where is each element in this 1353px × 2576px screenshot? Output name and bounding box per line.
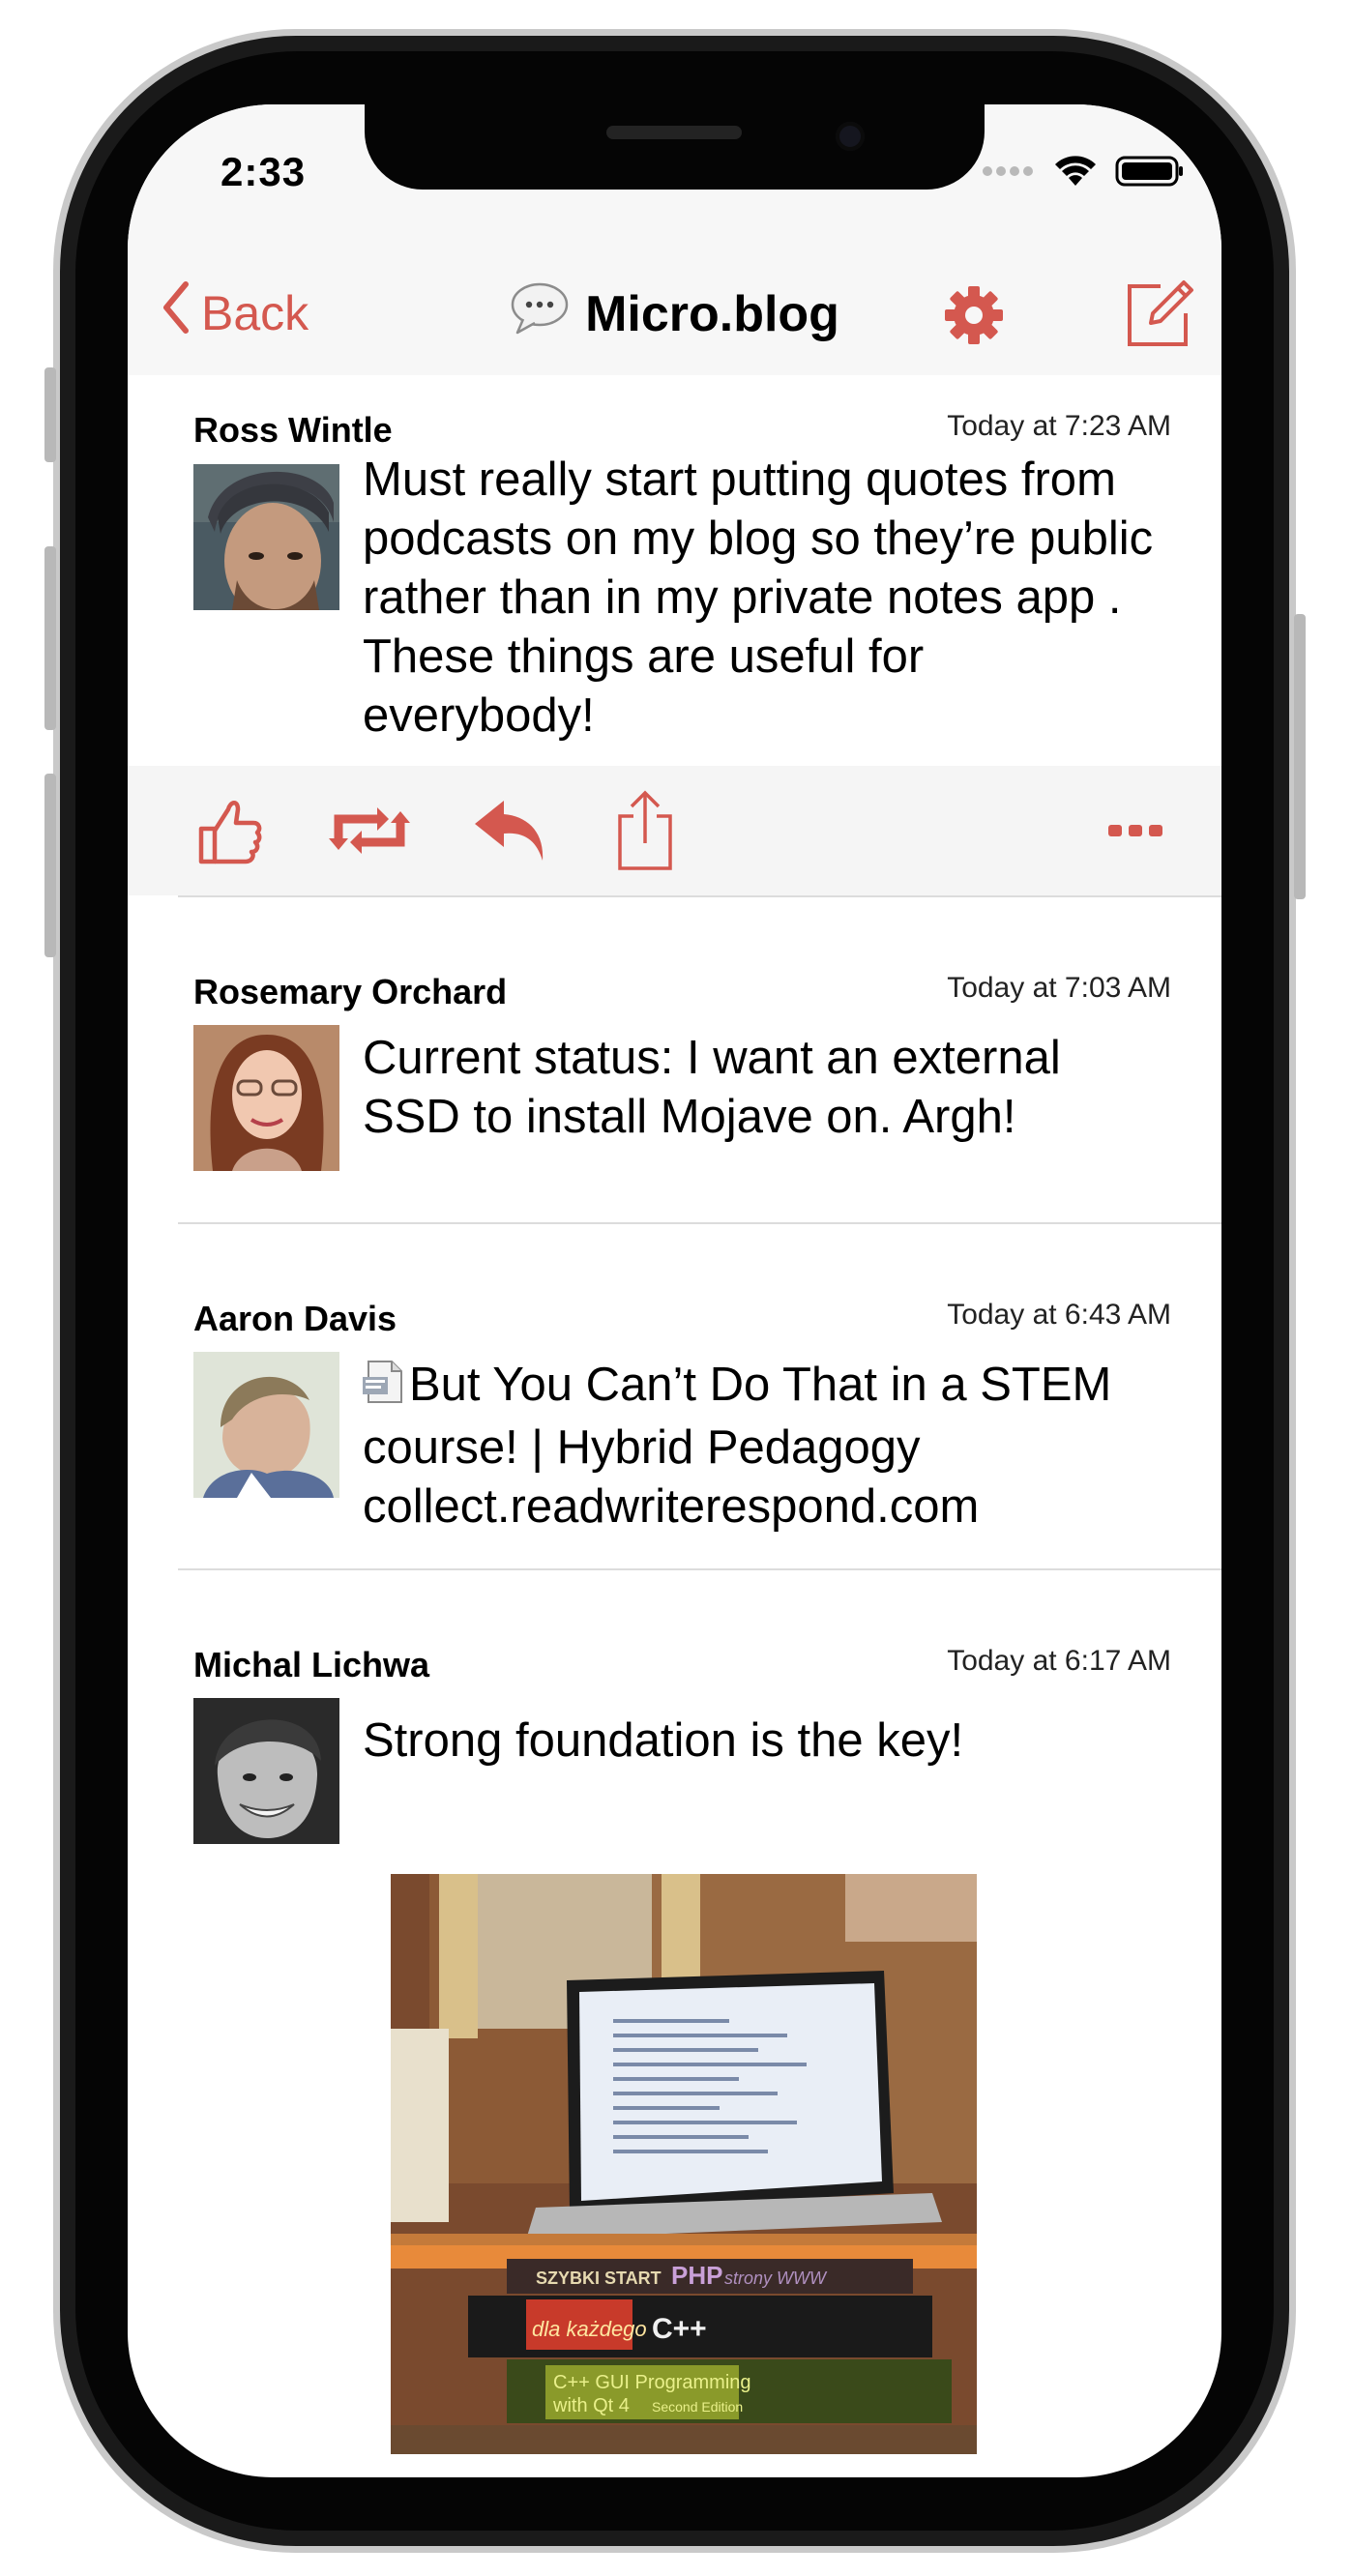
post-photo[interactable]: SZYBKI START PHP strony WWW dla każdego … bbox=[391, 1874, 977, 2454]
page-title: Micro.blog bbox=[128, 280, 1221, 347]
navigation-bar: Back Micro.blog bbox=[128, 259, 1221, 375]
book-label: PHP bbox=[671, 2261, 722, 2290]
status-icons bbox=[982, 155, 1185, 192]
repost-icon[interactable] bbox=[326, 787, 413, 874]
volume-down-button bbox=[44, 774, 56, 957]
status-time: 2:33 bbox=[221, 149, 307, 194]
mute-switch bbox=[44, 367, 56, 462]
avatar[interactable] bbox=[193, 1698, 339, 1844]
notch bbox=[365, 104, 985, 190]
book-label: C++ GUI Programming bbox=[553, 2372, 751, 2393]
post-author[interactable]: Aaron Davis bbox=[193, 1299, 397, 1339]
post-time: Today at 6:17 AM bbox=[947, 1645, 1171, 1677]
post-author[interactable]: Ross Wintle bbox=[193, 410, 393, 451]
speech-bubble-icon bbox=[510, 280, 570, 347]
avatar[interactable] bbox=[193, 464, 339, 610]
post-item[interactable]: Michal Lichwa Today at 6:17 AM Strong fo… bbox=[128, 1570, 1221, 2477]
signal-icon bbox=[982, 164, 1036, 183]
page-title-label: Micro.blog bbox=[585, 285, 839, 342]
post-author[interactable]: Michal Lichwa bbox=[193, 1645, 429, 1685]
document-icon bbox=[363, 1360, 403, 1419]
link-title[interactable]: But You Can’t Do That in a STEM course! … bbox=[363, 1359, 1111, 1533]
book-label: C++ bbox=[652, 2313, 707, 2345]
reply-icon[interactable] bbox=[466, 787, 553, 874]
speaker bbox=[606, 126, 742, 139]
post-item[interactable]: Rosemary Orchard Today at 7:03 AM Curren… bbox=[128, 897, 1221, 1226]
more-icon[interactable] bbox=[1092, 787, 1179, 874]
gear-icon[interactable] bbox=[943, 284, 1005, 351]
volume-up-button bbox=[44, 546, 56, 730]
thumbs-up-icon[interactable] bbox=[186, 787, 273, 874]
book-label: dla każdego bbox=[532, 2317, 647, 2341]
post-time: Today at 7:23 AM bbox=[947, 410, 1171, 442]
post-author[interactable]: Rosemary Orchard bbox=[193, 972, 507, 1012]
power-button bbox=[1294, 614, 1306, 899]
camera bbox=[836, 122, 865, 151]
book-label: strony WWW bbox=[724, 2269, 828, 2288]
post-text: Must really start putting quotes from po… bbox=[363, 454, 1154, 742]
post-text: Strong foundation is the key! bbox=[363, 1714, 964, 1767]
post-text: But You Can’t Do That in a STEM course! … bbox=[363, 1356, 1156, 1537]
share-icon[interactable] bbox=[602, 787, 689, 874]
post-action-bar bbox=[128, 766, 1221, 895]
compose-icon[interactable] bbox=[1124, 278, 1195, 355]
post-item[interactable]: Aaron Davis Today at 6:43 AM But You Can… bbox=[128, 1224, 1221, 1572]
battery-icon bbox=[1115, 155, 1185, 192]
avatar[interactable] bbox=[193, 1025, 339, 1171]
post-item[interactable]: Ross Wintle Today at 7:23 AM Must really… bbox=[128, 375, 1221, 975]
book-label: with Qt 4 bbox=[552, 2395, 630, 2416]
wifi-icon bbox=[1053, 155, 1098, 192]
screen: 2:33 Back Micro.blog Ross Wintle Today a… bbox=[128, 104, 1221, 2477]
post-text: Current status: I want an external SSD t… bbox=[363, 1032, 1061, 1143]
book-label: SZYBKI START bbox=[536, 2269, 662, 2288]
book-label: Second Edition bbox=[652, 2399, 743, 2415]
status-bar: 2:33 bbox=[128, 104, 1221, 259]
post-time: Today at 6:43 AM bbox=[947, 1299, 1171, 1331]
post-time: Today at 7:03 AM bbox=[947, 972, 1171, 1004]
avatar[interactable] bbox=[193, 1352, 339, 1498]
